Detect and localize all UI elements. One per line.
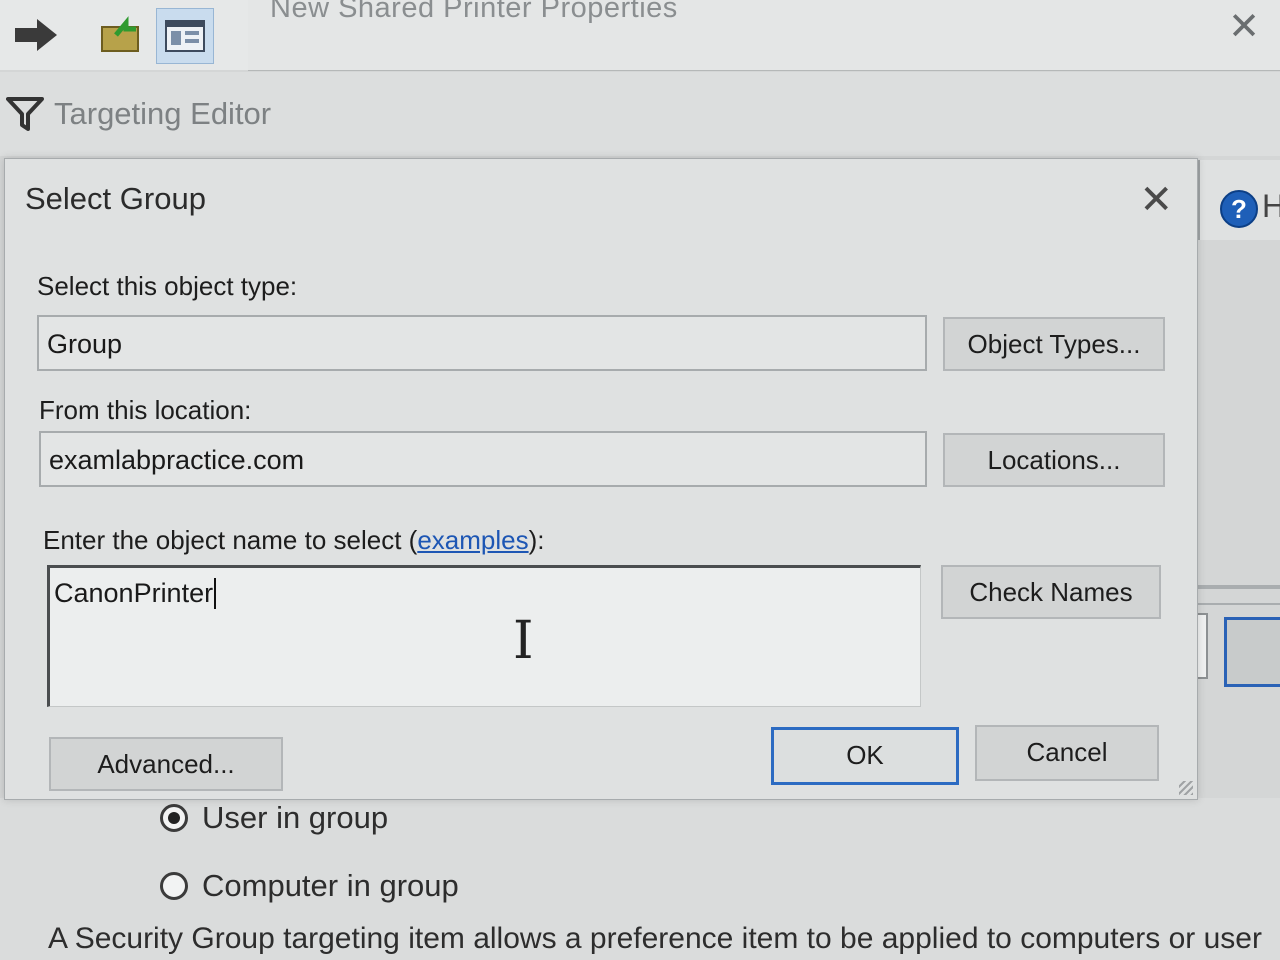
targeting-item-panel: User in group Computer in group A Securi… (0, 798, 1280, 960)
targeting-editor-title: Targeting Editor (54, 96, 272, 131)
description-text: A Security Group targeting item allows a… (48, 922, 1262, 955)
help-icon[interactable]: ? (1220, 190, 1258, 228)
toolbar (0, 0, 249, 70)
help-area: ? H (1198, 160, 1280, 240)
examples-link[interactable]: examples (417, 525, 528, 555)
select-group-dialog: Select Group ✕ Select this object type: … (4, 158, 1198, 800)
object-type-field: Group (37, 315, 927, 371)
object-name-value: CanonPrinter (54, 578, 217, 609)
targeting-editor-header: Targeting Editor (0, 72, 1280, 156)
object-name-label: Enter the object name to select (example… (43, 525, 544, 556)
locations-button[interactable]: Locations... (943, 433, 1165, 487)
radio-label: User in group (202, 800, 389, 835)
window-title-bar: New Shared Printer Properties ✕ (248, 0, 1280, 71)
window-layout-icon (165, 20, 205, 52)
object-name-label-suffix: ): (528, 525, 545, 555)
background-button (1224, 617, 1280, 687)
background-controls (1190, 585, 1280, 695)
radio-label: Computer in group (202, 868, 459, 903)
window-close-icon[interactable]: ✕ (1228, 4, 1260, 49)
forward-button[interactable] (8, 8, 64, 62)
forward-arrow-icon (15, 19, 57, 51)
object-type-label: Select this object type: (37, 271, 298, 301)
window-layout-button[interactable] (156, 8, 214, 64)
filter-icon (6, 97, 44, 131)
advanced-button[interactable]: Advanced... (49, 737, 283, 791)
divider (1190, 585, 1280, 605)
folder-up-button[interactable] (92, 8, 148, 62)
radio-computer-in-group[interactable]: Computer in group (160, 868, 459, 904)
help-label: H (1262, 188, 1280, 224)
text-cursor-icon: I (513, 611, 534, 671)
resize-grip-icon[interactable] (1179, 781, 1193, 795)
radio-button[interactable] (160, 872, 188, 900)
close-icon[interactable]: ✕ (1139, 177, 1173, 223)
ok-button[interactable]: OK (771, 727, 959, 785)
object-name-input[interactable]: CanonPrinter (47, 565, 921, 707)
cancel-button[interactable]: Cancel (975, 725, 1159, 781)
object-name-label-prefix: Enter the object name to select ( (43, 525, 418, 555)
radio-button[interactable] (160, 804, 188, 832)
location-field: examlabpractice.com (39, 431, 927, 487)
window-title: New Shared Printer Properties (270, 0, 678, 24)
folder-up-icon (101, 16, 139, 52)
check-names-button[interactable]: Check Names (941, 565, 1161, 619)
radio-user-in-group[interactable]: User in group (160, 800, 388, 836)
object-types-button[interactable]: Object Types... (943, 317, 1165, 371)
location-label: From this location: (39, 395, 252, 425)
dialog-title: Select Group (25, 181, 206, 216)
